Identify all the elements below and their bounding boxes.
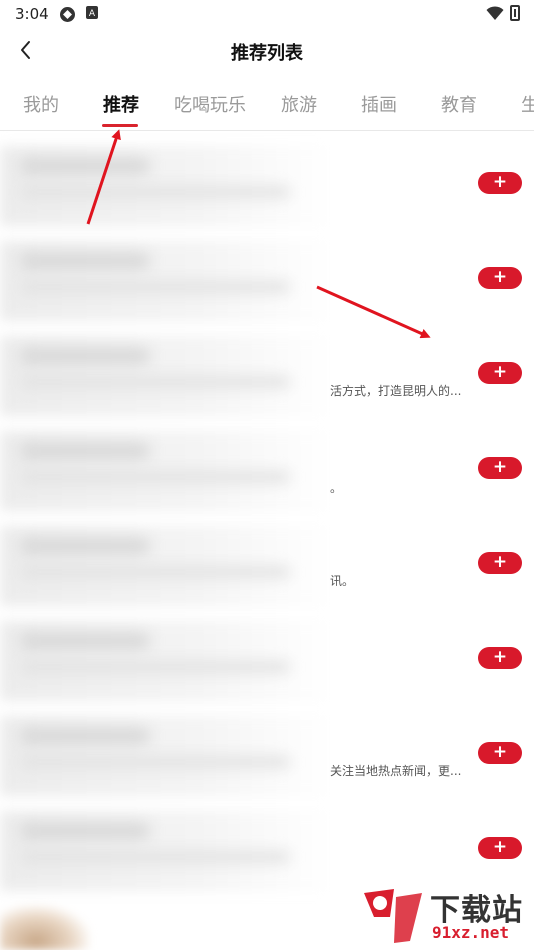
list-item[interactable]: 。 + (0, 421, 534, 516)
svg-text:A: A (89, 9, 96, 19)
add-button[interactable]: + (478, 552, 522, 574)
item-description: 讯。 (330, 574, 355, 588)
list-item[interactable]: 关注当地热点新闻，更... + (0, 706, 534, 801)
list-item[interactable]: + (0, 801, 534, 896)
tab-illustration[interactable]: 插画 (361, 91, 397, 117)
site-logo-icon (364, 889, 422, 943)
tab-mine[interactable]: 我的 (23, 91, 59, 117)
blurred-subtitle (20, 661, 290, 673)
blurred-subtitle (20, 471, 290, 483)
tab-travel[interactable]: 旅游 (281, 91, 317, 117)
status-bar: 3:04 A (0, 0, 534, 28)
blurred-subtitle (20, 186, 290, 198)
list-item[interactable]: + (0, 136, 534, 231)
active-tab-indicator (102, 124, 138, 127)
add-button[interactable]: + (478, 647, 522, 669)
item-description: 关注当地热点新闻，更... (330, 764, 462, 778)
plus-icon: + (492, 457, 508, 477)
watermark-url: 91xz.net (432, 923, 510, 942)
item-description: 活方式，打造昆明人的... (330, 384, 462, 398)
blurred-title (20, 633, 150, 649)
add-button[interactable]: + (478, 837, 522, 859)
blurred-title (20, 158, 150, 174)
blurred-title (20, 538, 150, 554)
plus-icon: + (492, 742, 508, 762)
battery-icon (510, 5, 520, 21)
tab-recommend[interactable]: 推荐 (103, 91, 139, 117)
blurred-subtitle (20, 281, 290, 293)
blurred-title (20, 728, 150, 744)
list-item[interactable]: + (0, 611, 534, 706)
tab-life[interactable]: 生 (521, 91, 534, 117)
blurred-subtitle (20, 566, 290, 578)
plus-icon: + (492, 837, 508, 857)
wifi-icon (486, 5, 504, 20)
list-item[interactable]: + (0, 231, 534, 326)
top-bar: 推荐列表 (0, 28, 534, 74)
add-button[interactable]: + (478, 742, 522, 764)
sync-icon (60, 7, 75, 22)
category-tabs: 我的 推荐 吃喝玩乐 旅游 插画 教育 生 (0, 74, 534, 131)
blurred-thumbnail (0, 905, 90, 950)
plus-icon: + (492, 362, 508, 382)
add-button[interactable]: + (478, 267, 522, 289)
recommend-list: + + 活方式，打造昆明人的... + 。 + 讯。 + + 关注当地热点新闻，… (0, 131, 534, 950)
plus-icon: + (492, 267, 508, 287)
list-item[interactable]: 讯。 + (0, 516, 534, 611)
list-item[interactable]: 活方式，打造昆明人的... + (0, 326, 534, 421)
item-description: 。 (330, 481, 343, 495)
blurred-title (20, 253, 150, 269)
blurred-title (20, 443, 150, 459)
blurred-subtitle (20, 376, 290, 388)
add-button[interactable]: + (478, 172, 522, 194)
plus-icon: + (492, 552, 508, 572)
tab-education[interactable]: 教育 (441, 91, 477, 117)
add-button[interactable]: + (478, 362, 522, 384)
plus-icon: + (492, 647, 508, 667)
blurred-subtitle (20, 756, 290, 768)
blurred-title (20, 823, 150, 839)
plus-icon: + (492, 172, 508, 192)
tab-food-fun[interactable]: 吃喝玩乐 (174, 91, 246, 117)
blurred-title (20, 348, 150, 364)
watermark: 下载站 91xz.net (360, 885, 532, 947)
status-time: 3:04 (15, 5, 49, 23)
blurred-subtitle (20, 851, 290, 863)
page-title: 推荐列表 (231, 43, 303, 64)
app-badge-icon: A (86, 6, 98, 19)
add-button[interactable]: + (478, 457, 522, 479)
